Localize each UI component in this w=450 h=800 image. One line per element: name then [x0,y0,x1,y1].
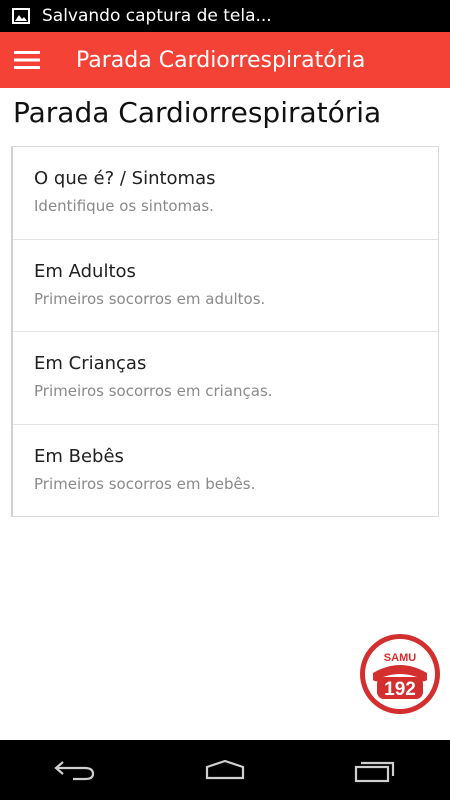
back-icon [54,761,95,781]
list-item-adultos[interactable]: Em Adultos Primeiros socorros em adultos… [13,240,438,332]
topic-list: O que é? / Sintomas Identifique os sinto… [11,146,439,517]
samu-label: SAMU [384,652,416,664]
recents-button[interactable] [330,740,420,800]
page-title: Parada Cardiorrespiratória [13,96,382,129]
app-bar-title: Parada Cardiorrespiratória [76,47,366,73]
status-notification-text: Salvando captura de tela... [42,6,272,26]
samu-number: 192 [384,679,416,700]
list-item-bebes[interactable]: Em Bebês Primeiros socorros em bebês. [13,425,438,518]
home-icon [205,759,245,780]
list-item-criancas[interactable]: Em Crianças Primeiros socorros em crianç… [13,332,438,425]
list-item-title: Em Adultos [34,260,136,282]
navigation-bar [0,740,450,800]
image-icon [12,8,30,24]
list-item-subtitle: Identifique os sintomas. [34,197,214,215]
list-item-title: Em Crianças [34,353,147,374]
list-item-subtitle: Primeiros socorros em adultos. [34,289,266,308]
app-bar: Parada Cardiorrespiratória [0,32,450,88]
list-item-sintomas[interactable]: O que é? / Sintomas Identifique os sinto… [13,147,438,240]
status-bar: Salvando captura de tela... [0,0,450,32]
back-button[interactable] [30,740,120,800]
list-item-title: Em Bebês [34,445,124,467]
menu-button[interactable] [2,32,52,88]
list-item-title: O que é? / Sintomas [34,168,216,189]
samu-logo: SAMU 192 [360,634,440,714]
list-item-subtitle: Primeiros socorros em crianças. [34,382,273,400]
home-button[interactable] [180,740,270,800]
samu-call-button[interactable]: SAMU 192 [359,633,441,715]
recents-icon [354,761,395,783]
hamburger-menu-icon [14,51,40,69]
list-item-subtitle: Primeiros socorros em bebês. [34,474,256,493]
